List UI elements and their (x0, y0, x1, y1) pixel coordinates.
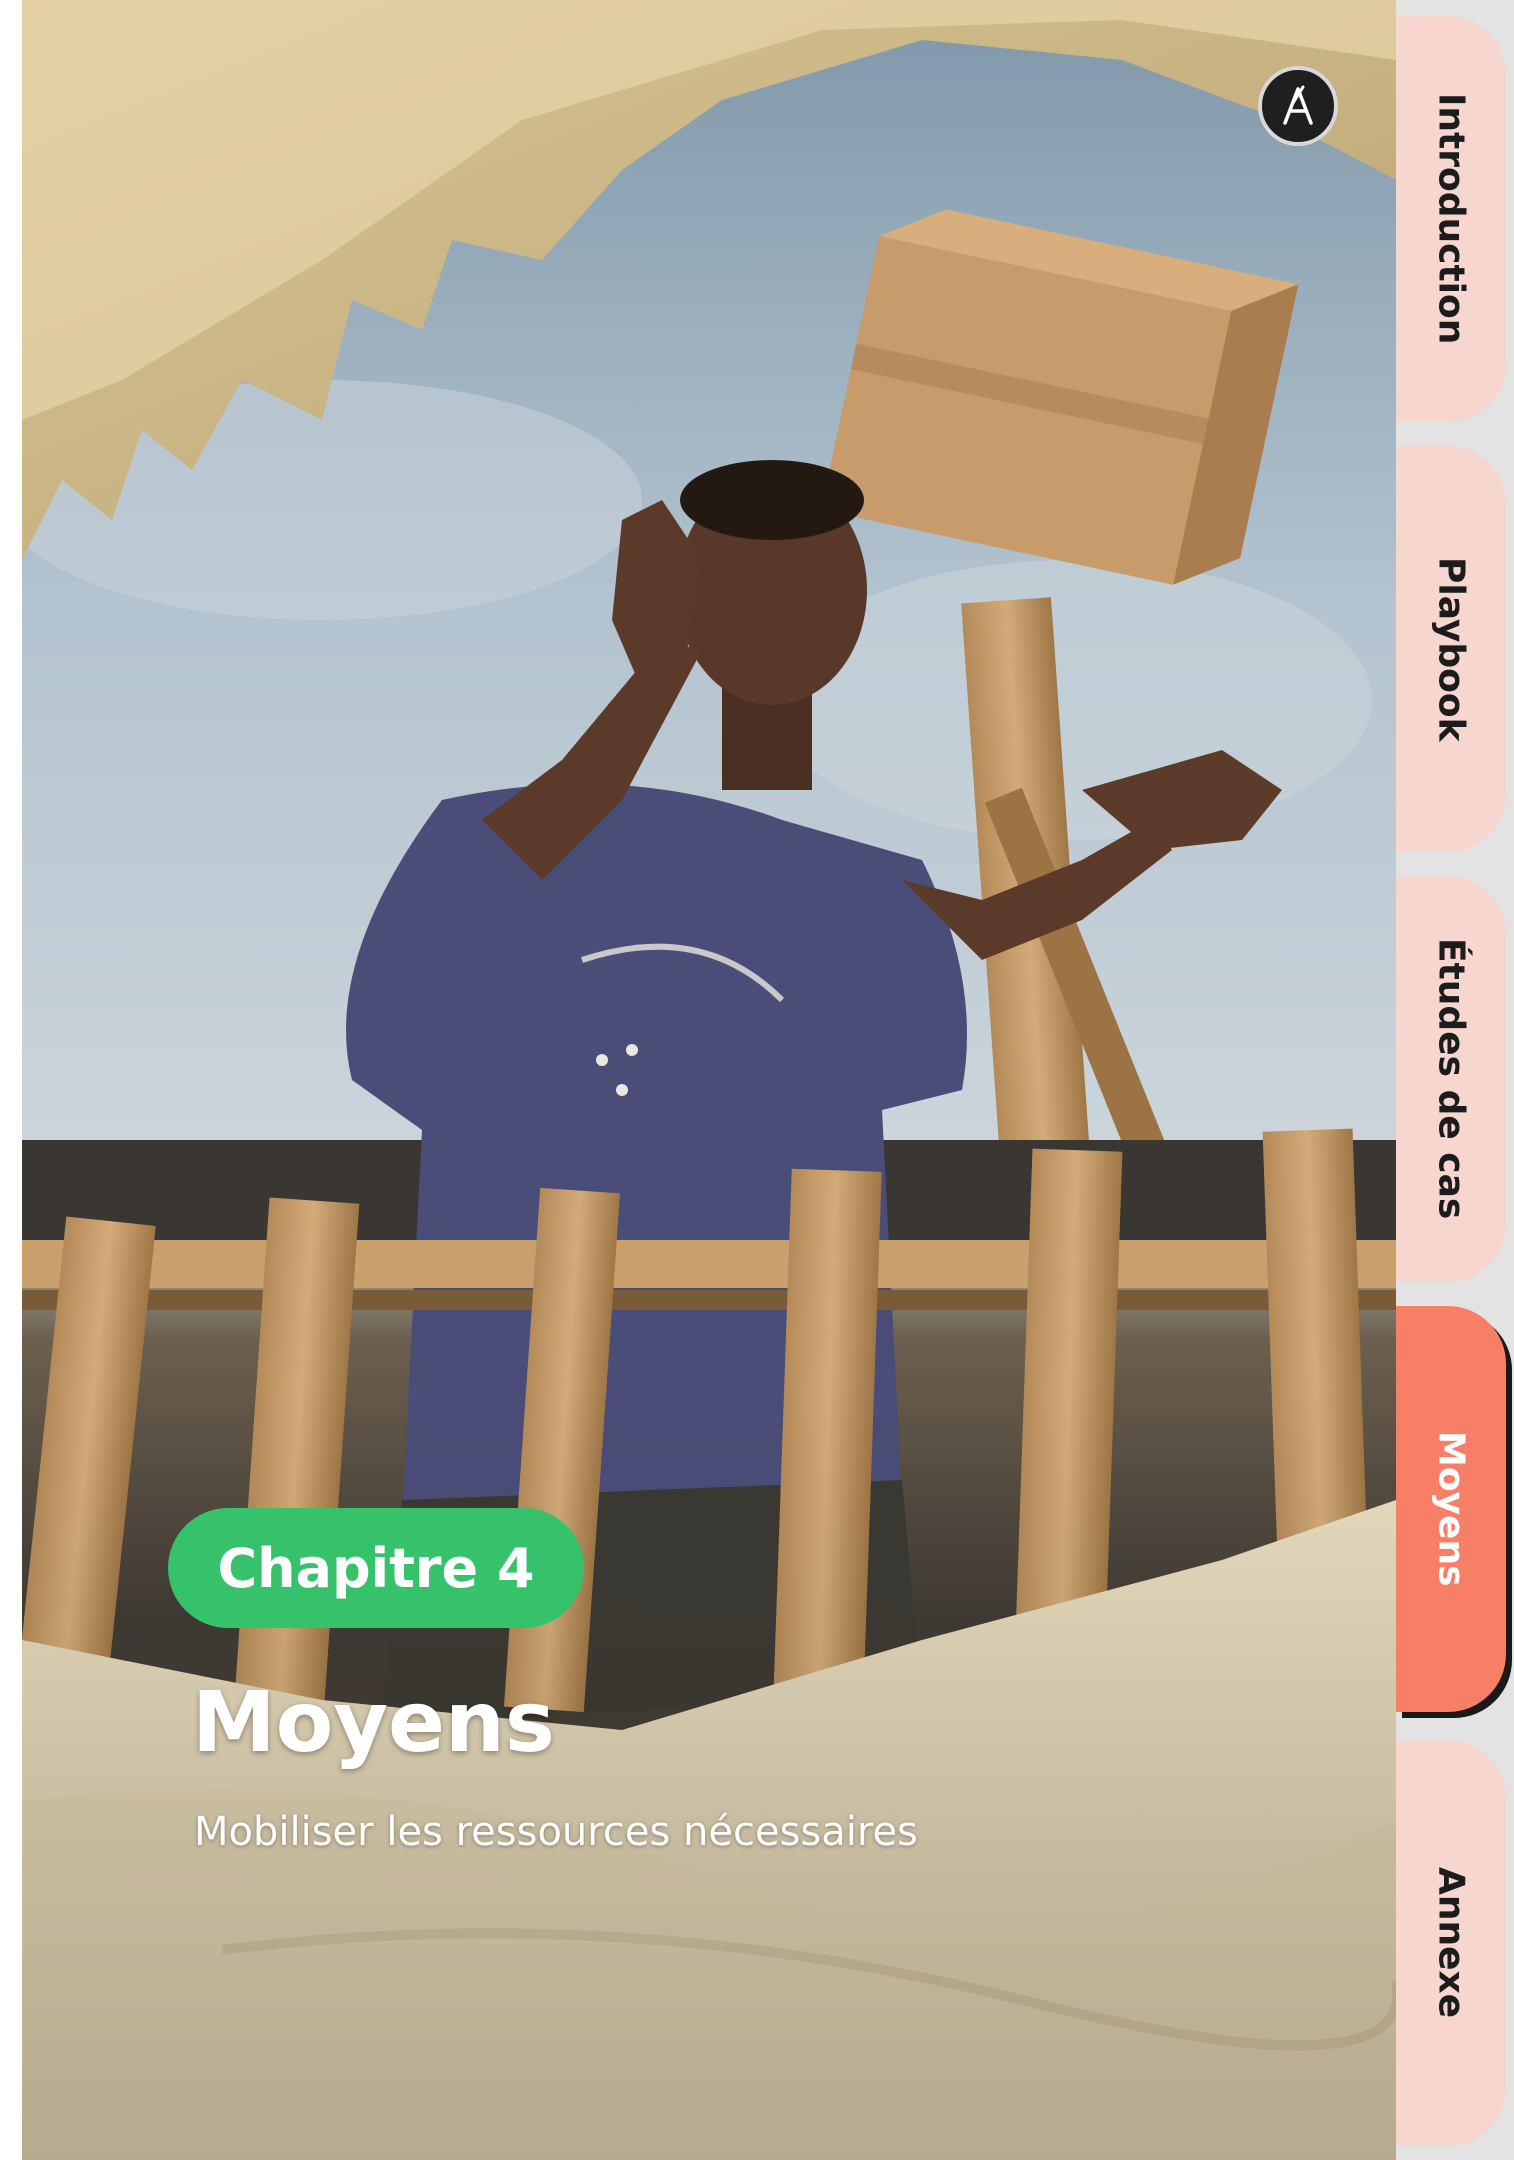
logo-glyph (1283, 85, 1313, 125)
tab-label: Introduction (1430, 93, 1472, 345)
tab-moyens[interactable]: Moyens (1396, 1306, 1506, 1712)
chapter-subtitle: Mobiliser les ressources nécessaires (194, 1809, 918, 1855)
tab-introduction[interactable]: Introduction (1396, 16, 1506, 422)
tab-annexe[interactable]: Annexe (1396, 1740, 1506, 2146)
chapter-cover-page: Chapitre 4 Moyens Mobiliser les ressourc… (0, 0, 1514, 2160)
tab-etudes-de-cas[interactable]: Études de cas (1396, 876, 1506, 1282)
tab-playbook[interactable]: Playbook (1396, 446, 1506, 852)
compass-a-logo-icon[interactable] (1258, 66, 1338, 146)
tab-label: Playbook (1430, 556, 1472, 742)
chapter-tab-rail: Introduction Playbook Études de cas Moye… (1396, 0, 1514, 2160)
tab-label: Moyens (1430, 1431, 1472, 1587)
tab-label: Études de cas (1430, 938, 1472, 1220)
chapter-badge: Chapitre 4 (168, 1508, 584, 1628)
chapter-title: Moyens (192, 1673, 555, 1771)
tab-label: Annexe (1430, 1867, 1472, 2019)
